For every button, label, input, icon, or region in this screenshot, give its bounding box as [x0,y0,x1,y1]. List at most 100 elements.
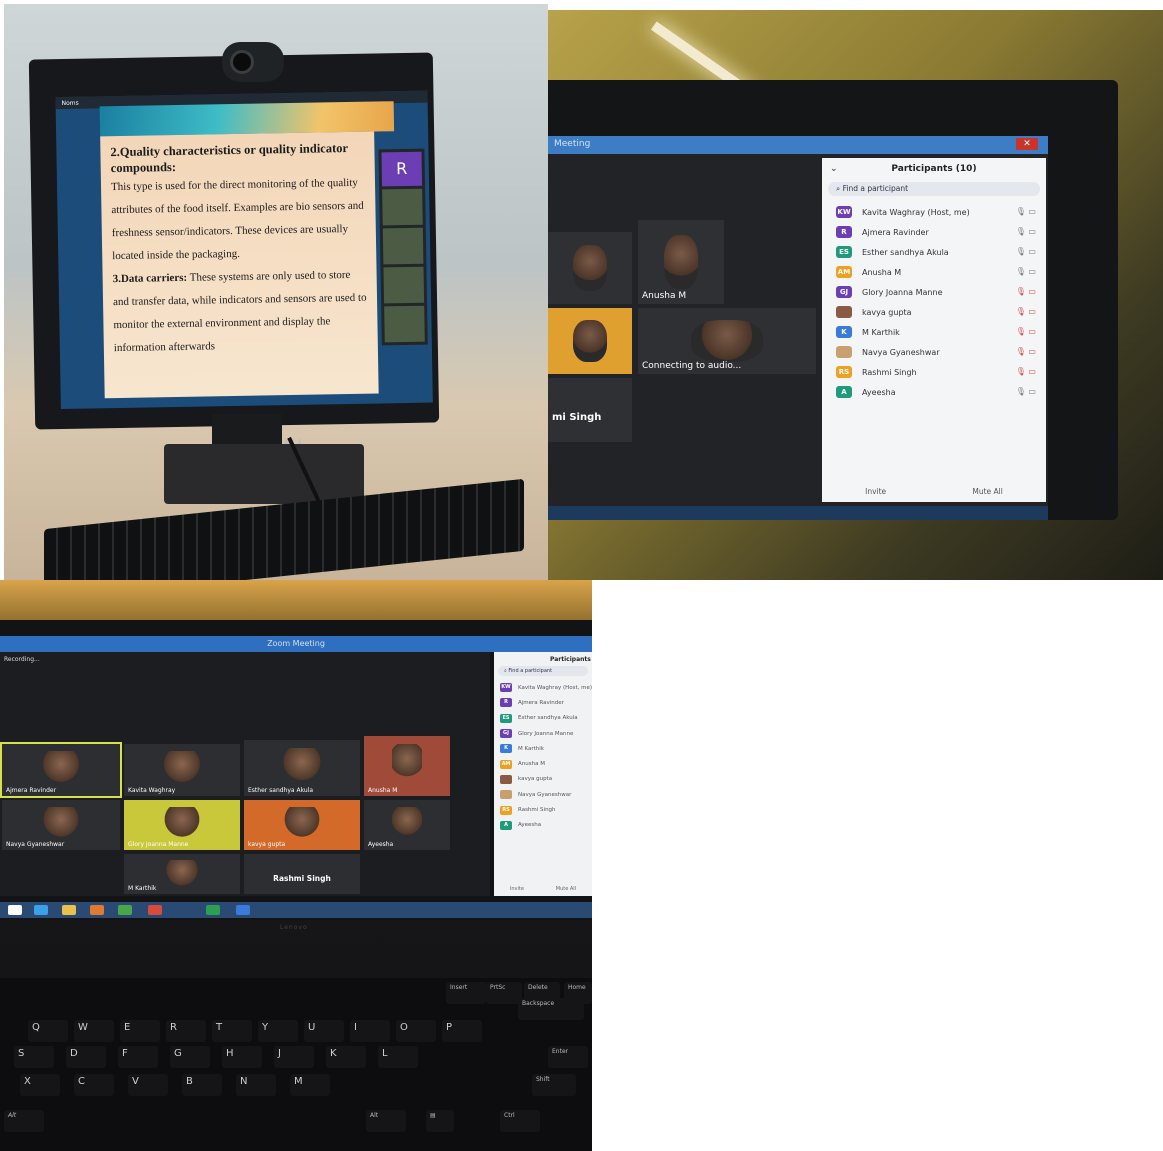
key-o[interactable]: O [396,1020,436,1042]
participant-search-input[interactable]: ⌕ Find a participant [498,666,588,676]
enter-key[interactable]: Enter [548,1046,588,1068]
participant-avatar: AM [836,266,852,278]
chevron-down-icon[interactable]: ⌄ [830,158,838,180]
app-icon[interactable] [148,905,162,915]
participant-row[interactable]: KW Kavita Waghray (Host, me) 🎙 ▭ [822,202,1046,222]
key-s[interactable]: S [14,1046,54,1068]
key-v[interactable]: V [128,1074,168,1096]
mic-icon[interactable]: 🎙 ▭ [1016,387,1036,396]
participant-search-input[interactable]: ⌕ Find a participant [828,182,1040,196]
start-icon[interactable] [8,905,22,915]
video-tile[interactable] [548,232,632,304]
participant-row[interactable]: GJ Glory Joanna Manne [494,726,592,741]
key-t[interactable]: T [212,1020,252,1042]
key-i[interactable]: I [350,1020,390,1042]
participant-row[interactable]: AM Anusha M [494,756,592,771]
participant-row[interactable]: R Ajmera Ravinder [494,695,592,710]
mic-muted-icon[interactable]: 🎙 ▭ [1016,327,1036,336]
mic-muted-icon[interactable]: 🎙 ▭ [1016,347,1036,356]
mic-icon[interactable]: 🎙 ▭ [1016,227,1036,236]
participant-row[interactable]: A Ayeesha 🎙 ▭ [822,382,1046,402]
video-tile[interactable]: mi Singh [548,378,632,442]
key-w[interactable]: W [74,1020,114,1042]
participant-row[interactable]: kavya gupta 🎙 ▭ [822,302,1046,322]
tile-label: M Karthik [128,885,157,892]
backspace-key[interactable]: Backspace [518,998,584,1020]
key-d[interactable]: D [66,1046,106,1068]
mic-icon[interactable]: 🎙 ▭ [1016,207,1036,216]
key-f[interactable]: F [118,1046,158,1068]
key-k[interactable]: K [326,1046,366,1068]
video-tile[interactable]: Ajmera Ravinder [0,742,122,798]
key-p[interactable]: P [442,1020,482,1042]
key-h[interactable]: H [222,1046,262,1068]
video-tile[interactable]: Rashmi Singh [244,854,360,894]
video-tile[interactable]: Anusha M [364,736,450,796]
video-tile[interactable]: Anusha M [638,220,724,304]
key-l[interactable]: L [378,1046,418,1068]
video-tile[interactable] [548,308,632,374]
key-r[interactable]: R [166,1020,206,1042]
key-u[interactable]: U [304,1020,344,1042]
mic-muted-icon[interactable]: 🎙 ▭ [1016,307,1036,316]
participant-name: Anusha M [862,267,902,277]
browser-icon[interactable] [34,905,48,915]
video-tile[interactable]: Glory Joanna Manne [124,800,240,850]
video-tile[interactable]: M Karthik [124,854,240,894]
participant-row[interactable]: KW Kavita Waghray (Host, me) [494,680,592,695]
zoom-icon[interactable] [236,905,250,915]
excel-icon[interactable] [206,905,220,915]
key-n[interactable]: N [236,1074,276,1096]
video-tile[interactable]: kavya gupta [244,800,360,850]
participant-avatar: ES [500,713,512,723]
video-tile[interactable]: Navya Gyaneshwar [2,800,120,850]
mic-icon[interactable]: 🎙 ▭ [1016,247,1036,256]
participant-row[interactable]: R Ajmera Ravinder 🎙 ▭ [822,222,1046,242]
invite-button[interactable]: Invite [510,886,524,892]
participant-row[interactable]: GJ Glory Joanna Manne 🎙 ▭ [822,282,1046,302]
key-x[interactable]: X [20,1074,60,1096]
key-c[interactable]: C [74,1074,114,1096]
participant-row[interactable]: Navya Gyaneshwar [494,787,592,802]
mute-all-button[interactable]: Mute All [972,487,1002,496]
participant-row[interactable]: AM Anusha M 🎙 ▭ [822,262,1046,282]
video-tile[interactable]: Connecting to audio... [638,308,816,374]
participant-row[interactable]: ES Esther sandhya Akula 🎙 ▭ [822,242,1046,262]
ctrl-key[interactable]: Ctrl [500,1110,540,1132]
mic-icon[interactable]: 🎙 ▭ [1016,267,1036,276]
firefox-icon[interactable] [90,905,104,915]
participant-row[interactable]: A Ayeesha [494,818,592,833]
participant-row[interactable]: kavya gupta [494,772,592,787]
close-button[interactable]: ✕ [1016,138,1038,150]
alt-key-left[interactable]: Alt [4,1110,44,1132]
participant-row[interactable]: RS Rashmi Singh 🎙 ▭ [822,362,1046,382]
menu-key-icon[interactable]: ▤ [426,1110,454,1132]
key-m[interactable]: M [290,1074,330,1096]
mute-all-button[interactable]: Mute All [556,886,576,892]
mic-muted-icon[interactable]: 🎙 ▭ [1016,287,1036,296]
key-g[interactable]: G [170,1046,210,1068]
participant-row[interactable]: ES Esther sandhya Akula [494,711,592,726]
participant-row[interactable]: RS Rashmi Singh [494,802,592,817]
key-b[interactable]: B [182,1074,222,1096]
participant-name: Glory Joanna Manne [518,730,574,737]
mic-muted-icon[interactable]: 🎙 ▭ [1016,367,1036,376]
participant-row[interactable]: K M Karthik 🎙 ▭ [822,322,1046,342]
photo-laptop-participants: Meeting ✕ Anusha M Connecting to audio..… [548,10,1163,580]
key-y[interactable]: Y [258,1020,298,1042]
shift-key[interactable]: Shift [532,1074,576,1096]
key-e[interactable]: E [120,1020,160,1042]
video-tile[interactable]: Esther sandhya Akula [244,740,360,796]
participant-row[interactable]: K M Karthik [494,741,592,756]
alt-key[interactable]: Alt [366,1110,406,1132]
invite-button[interactable]: Invite [865,487,886,496]
key-j[interactable]: J [274,1046,314,1068]
video-tile[interactable]: Kavita Waghray [124,744,240,796]
video-label: Anusha M [642,291,687,301]
folder-icon[interactable] [62,905,76,915]
chrome-icon[interactable] [118,905,132,915]
video-tile[interactable]: Ayeesha [364,800,450,850]
key-q[interactable]: Q [28,1020,68,1042]
recording-indicator: Recording... [4,656,40,663]
participant-row[interactable]: Navya Gyaneshwar 🎙 ▭ [822,342,1046,362]
